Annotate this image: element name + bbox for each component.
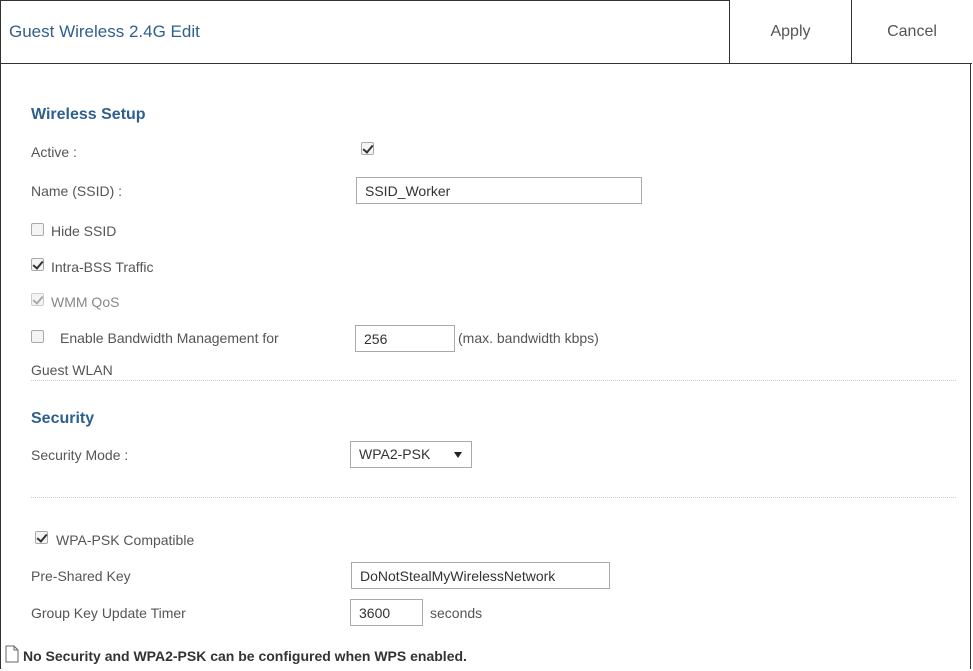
active-checkbox[interactable]	[361, 142, 374, 155]
bandwidth-label-line1: Enable Bandwidth Management for	[60, 330, 279, 346]
bandwidth-checkbox[interactable]	[31, 330, 44, 343]
wmm-qos-label: WMM QoS	[51, 294, 120, 310]
security-title: Security	[31, 410, 95, 427]
active-label: Active :	[31, 144, 77, 160]
group-key-timer-unit: seconds	[430, 605, 483, 621]
bandwidth-unit: (max. bandwidth kbps)	[458, 330, 599, 346]
wpa-psk-compatible-label: WPA-PSK Compatible	[56, 532, 195, 548]
wpa-psk-compatible-checkbox[interactable]	[35, 531, 48, 544]
section-divider	[31, 380, 956, 381]
group-key-timer-label: Group Key Update Timer	[31, 605, 186, 621]
dialog-header: Guest Wireless 2.4G Edit Apply Cancel	[1, 0, 972, 64]
page-title: Guest Wireless 2.4G Edit	[9, 22, 200, 41]
security-mode-label: Security Mode :	[31, 447, 129, 463]
apply-button[interactable]: Apply	[729, 0, 851, 63]
ssid-label: Name (SSID) :	[31, 183, 123, 199]
hide-ssid-checkbox[interactable]	[31, 223, 44, 236]
group-key-timer-input[interactable]	[350, 599, 423, 626]
ssid-input[interactable]	[356, 177, 642, 204]
document-icon	[5, 645, 19, 663]
security-mode-select[interactable]: WPA2-PSK	[350, 441, 472, 468]
wmm-qos-checkbox	[31, 293, 44, 306]
wireless-setup-title: Wireless Setup	[31, 106, 146, 123]
bandwidth-input[interactable]	[355, 325, 455, 352]
security-mode-value: WPA2-PSK	[359, 446, 431, 462]
bandwidth-label-line2: Guest WLAN	[31, 362, 113, 378]
hide-ssid-label: Hide SSID	[51, 223, 117, 239]
pre-shared-key-label: Pre-Shared Key	[31, 568, 131, 584]
intra-bss-checkbox[interactable]	[31, 258, 44, 271]
intra-bss-label: Intra-BSS Traffic	[51, 259, 154, 275]
dropdown-arrow-icon	[454, 452, 462, 458]
section-divider	[31, 497, 956, 498]
cancel-button[interactable]: Cancel	[851, 0, 972, 63]
wps-note: No Security and WPA2-PSK can be configur…	[23, 648, 467, 664]
pre-shared-key-input[interactable]	[351, 562, 610, 589]
